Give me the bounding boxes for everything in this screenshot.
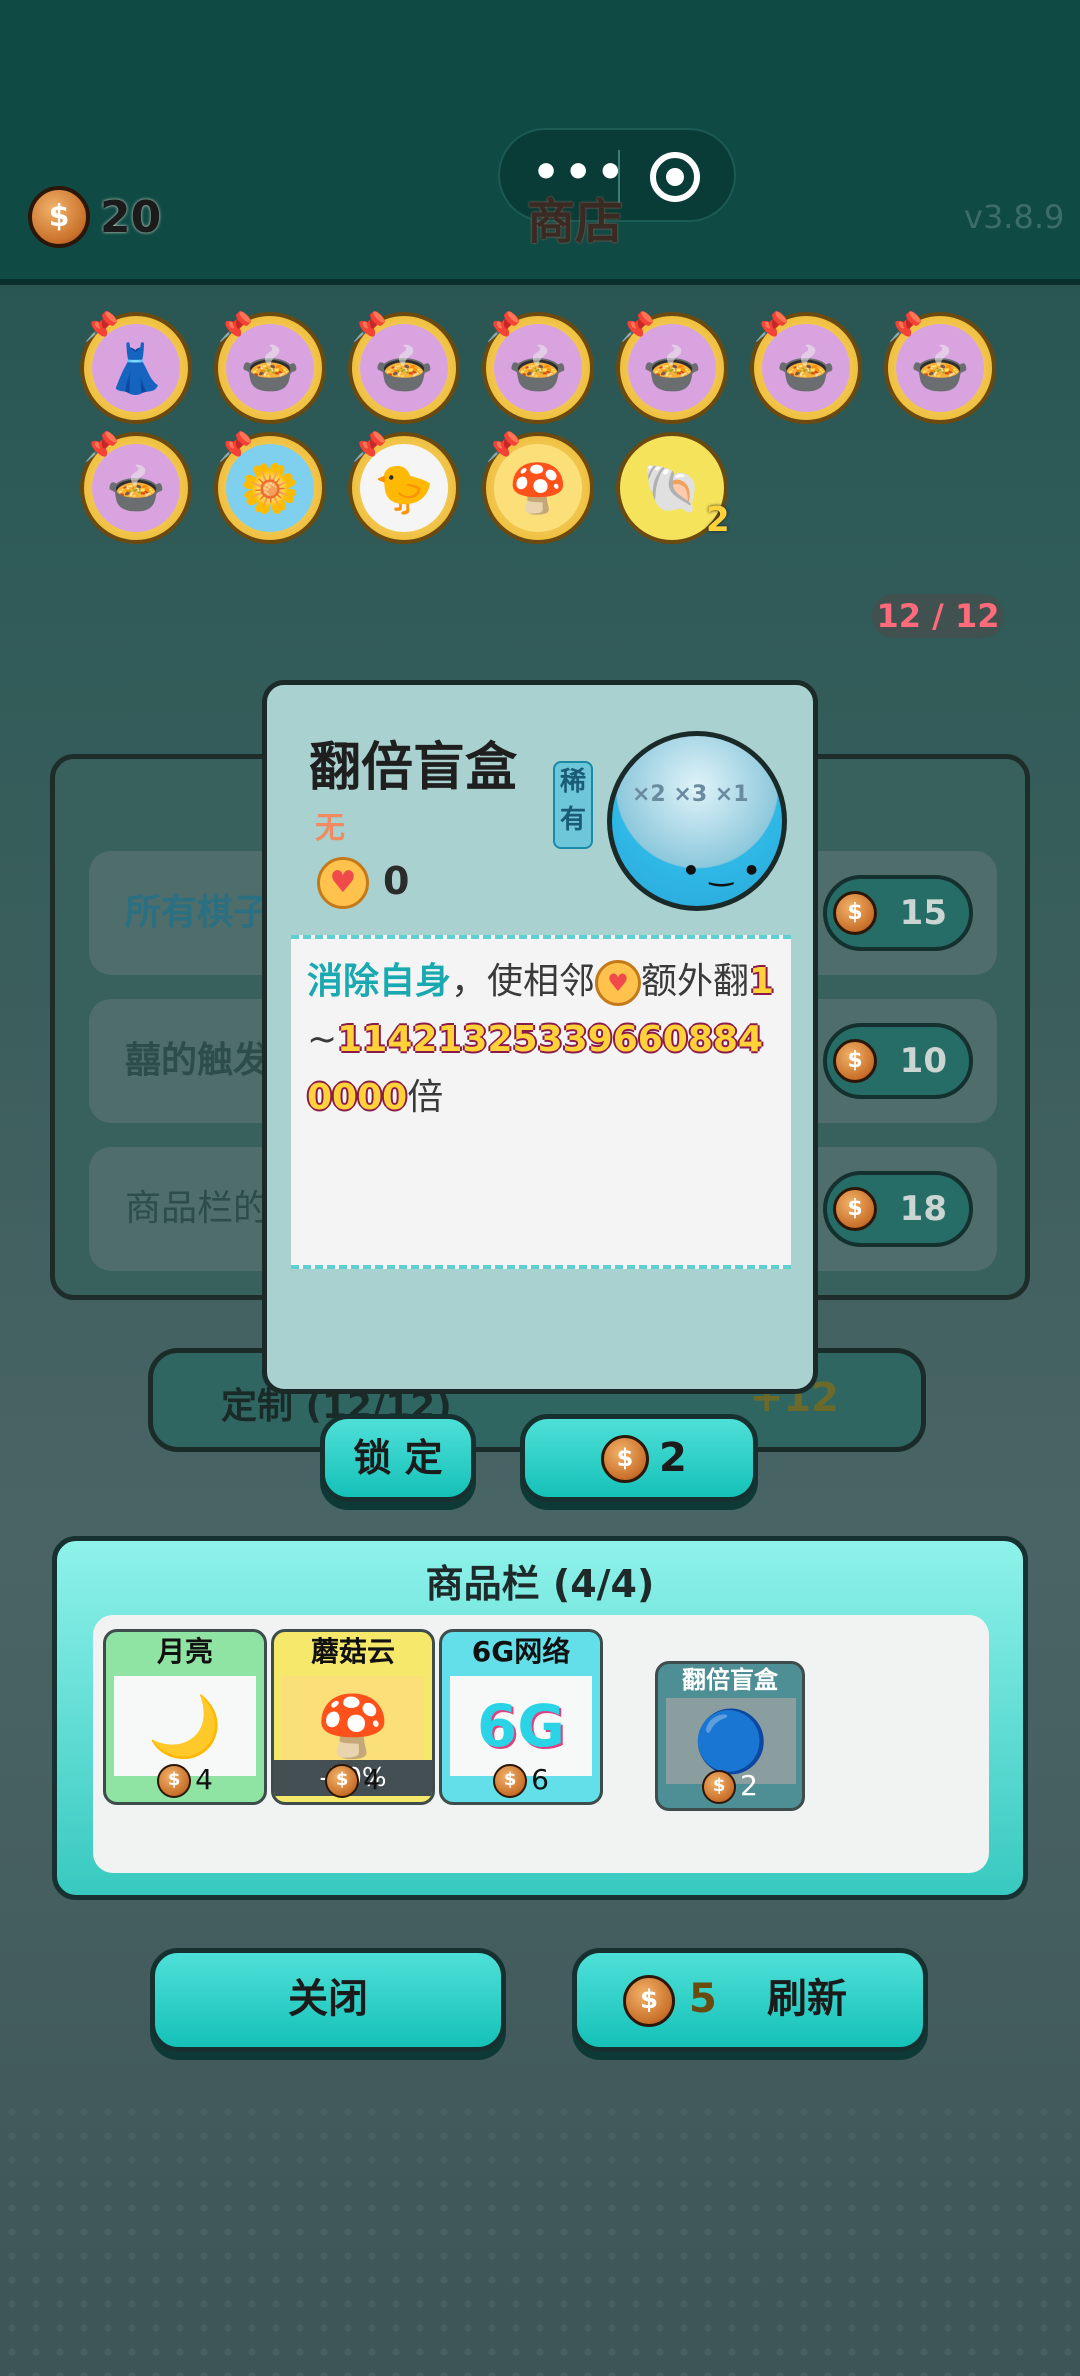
desc-tilde: ~ (307, 1019, 338, 1060)
owned-item-potted-plant[interactable]: 📌 🌼 (214, 430, 326, 544)
owned-item-double-bowl[interactable]: 📌 🍲 (348, 310, 460, 424)
shop-card-mushroom-cloud[interactable]: 蘑菇云 🍄 -50% $4 (271, 1629, 435, 1805)
coin-icon: $ (601, 1435, 649, 1483)
row-price-button[interactable]: $15 (823, 875, 973, 951)
coin-icon: $ (833, 1039, 877, 1083)
desc-keyword: 消除自身 (307, 961, 452, 1002)
rarity-badge: 稀有 (553, 761, 593, 849)
pin-icon: 📌 (218, 430, 253, 463)
row-price-button[interactable]: $18 (823, 1171, 973, 1247)
pin-icon: 📌 (888, 310, 923, 343)
heart-value: 0 (383, 859, 410, 903)
heart-coin-icon: ♥ (317, 857, 369, 909)
owned-item-mushroom-cloud[interactable]: 📌 🍄 (482, 430, 594, 544)
owned-item-skirt[interactable]: 📌 👗 (80, 310, 192, 424)
pin-icon: 📌 (754, 310, 789, 343)
desc-min-number: 1 (749, 961, 775, 1002)
shop-bar-title: 商品栏 (4/4) (425, 1562, 655, 1606)
coin-icon: $ (833, 891, 877, 935)
owned-item-rice-cooker[interactable]: 📌 🐤 (348, 430, 460, 544)
smile-face: • ‿ • (682, 854, 761, 887)
price-value: 2 (740, 1769, 758, 1802)
price-value: 4 (363, 1763, 381, 1796)
page-title: 商店 (526, 194, 623, 250)
price-value: 10 (899, 1041, 947, 1081)
refresh-cost: 5 (689, 1976, 717, 2022)
shop-card-blind-box[interactable]: 翻倍盲盒 🔵 $2 (655, 1661, 805, 1811)
pin-icon: 📌 (84, 430, 119, 463)
coin-icon: $ (28, 186, 90, 248)
moon-icon: 🌙 (114, 1676, 256, 1776)
item-description: 消除自身，使相邻 ♥ 额外翻1 ~11421325339660884000​0倍 (291, 935, 791, 1269)
coin-icon: $ (157, 1764, 192, 1798)
shop-bar-items: 月亮 🌙 $4 蘑菇云 🍄 -50% $4 6G网络 6G $6 翻倍盲盒 🔵 … (93, 1615, 989, 1873)
coin-count: 20 (100, 192, 162, 243)
capacity-badge: 12 / 12 (872, 594, 1004, 638)
more-menu-button[interactable]: ••• (532, 151, 628, 195)
refresh-label: 刷新 (767, 1976, 847, 2022)
coin-icon: $ (833, 1187, 877, 1231)
6g-network-icon: 6G (450, 1676, 592, 1776)
coin-balance: $ 20 (28, 186, 161, 248)
card-name: 翻倍盲盒 (682, 1666, 778, 1694)
refresh-button[interactable]: $ 5 刷新 (572, 1948, 928, 2052)
row-text: 囍的触发 (125, 1040, 270, 1081)
background-pattern (0, 2100, 1080, 2376)
owned-item-shell[interactable]: 🐚 2 (616, 432, 730, 544)
item-name: 翻倍盲盒 (309, 738, 518, 798)
price-value: 4 (195, 1763, 213, 1796)
pin-icon: 📌 (218, 310, 253, 343)
row-price-button[interactable]: $10 (823, 1023, 973, 1099)
close-button[interactable]: 关闭 (150, 1948, 506, 2052)
coin-icon: $ (493, 1764, 528, 1798)
row-text: 商品栏的 (125, 1188, 270, 1229)
lock-button[interactable]: 锁 定 (320, 1414, 476, 1502)
owned-item-double-bowl[interactable]: 📌 🍲 (884, 310, 996, 424)
price-value: 6 (531, 1763, 549, 1796)
owned-item-double-bowl[interactable]: 📌 🍲 (80, 430, 192, 544)
card-name: 月亮 (156, 1635, 213, 1668)
card-name: 蘑菇云 (310, 1635, 395, 1668)
pin-icon: 📌 (352, 430, 387, 463)
blind-box-ball-icon: ×2 ×3 ×1 • ‿ • (607, 731, 787, 911)
desc-text: 倍 (407, 1077, 444, 1118)
ball-multipliers: ×2 ×3 ×1 (632, 782, 749, 807)
card-price: $4 (106, 1763, 264, 1798)
price-value: 18 (899, 1189, 947, 1229)
card-price: $6 (442, 1763, 600, 1798)
owned-item-double-bowl[interactable]: 📌 🍲 (214, 310, 326, 424)
desc-max-number: 11421325339660884000​0 (307, 1019, 764, 1118)
coin-icon: $ (623, 1975, 675, 2027)
pin-icon: 📌 (486, 310, 521, 343)
item-count: 2 (706, 500, 730, 540)
desc-text: 额外翻 (641, 961, 750, 1002)
owned-item-double-bowl[interactable]: 📌 🍲 (482, 310, 594, 424)
shell-icon: 🐚 (628, 444, 716, 532)
row-text: 所有棋子 (125, 892, 270, 933)
coin-icon: $ (702, 1770, 737, 1804)
shop-card-moon[interactable]: 月亮 🌙 $4 (103, 1629, 267, 1805)
item-detail-popup: 翻倍盲盒 稀有 无 ♥ 0 ×2 ×3 ×1 • ‿ • 消除自身，使相邻 ♥ 额外… (262, 680, 818, 1394)
card-price: $4 (274, 1763, 432, 1798)
shop-card-6g[interactable]: 6G网络 6G $6 (439, 1629, 603, 1805)
item-tag: 无 (315, 811, 345, 846)
pin-icon: 📌 (84, 310, 119, 343)
buy-button[interactable]: $ 2 (520, 1414, 758, 1502)
coin-icon: $ (325, 1764, 360, 1798)
shop-bar: 商品栏 (4/4) 月亮 🌙 $4 蘑菇云 🍄 -50% $4 6G网络 6G … (52, 1536, 1028, 1900)
price-value: 15 (899, 893, 947, 933)
owned-item-double-bowl[interactable]: 📌 🍲 (616, 310, 728, 424)
buy-price: 2 (659, 1435, 687, 1481)
pin-icon: 📌 (352, 310, 387, 343)
heart-icon: ♥ (595, 960, 642, 1006)
version-label: v3.8.9 (964, 198, 1065, 236)
card-price: $2 (658, 1769, 802, 1804)
pin-icon: 📌 (486, 430, 521, 463)
pin-icon: 📌 (620, 310, 655, 343)
owned-item-double-bowl[interactable]: 📌 🍲 (750, 310, 862, 424)
card-name: 6G网络 (471, 1635, 571, 1668)
desc-text: ，使相邻 (451, 961, 596, 1002)
